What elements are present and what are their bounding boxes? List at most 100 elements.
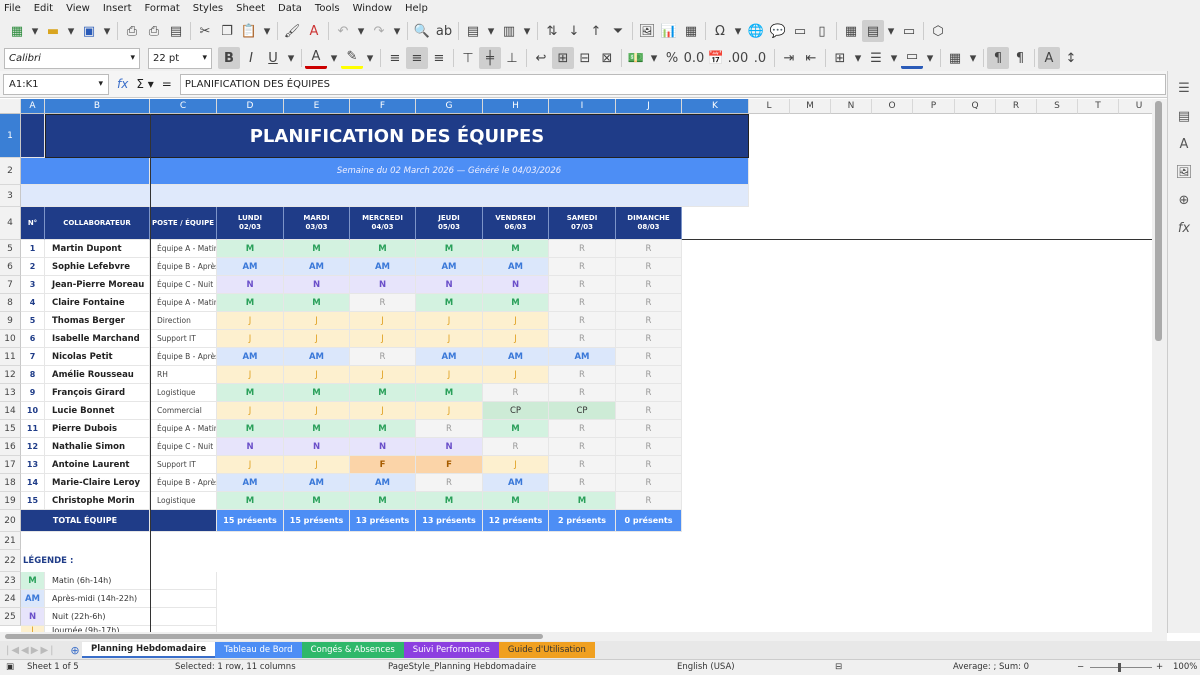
- dropdown-icon[interactable]: ▾: [966, 47, 980, 69]
- copy-icon[interactable]: ❐: [216, 20, 238, 42]
- column-header-c[interactable]: C: [150, 99, 217, 114]
- column-header-f[interactable]: F: [350, 99, 416, 114]
- save-icon[interactable]: ▣: [78, 20, 100, 42]
- title-a-cell[interactable]: [21, 114, 45, 158]
- row-header[interactable]: 21: [0, 532, 21, 550]
- delete-decimal-icon[interactable]: .0: [749, 47, 771, 69]
- shift-cell[interactable]: R: [549, 276, 616, 294]
- shift-cell[interactable]: M: [284, 420, 350, 438]
- shift-cell[interactable]: J: [284, 366, 350, 384]
- shift-cell[interactable]: R: [549, 456, 616, 474]
- shift-cell[interactable]: M: [549, 492, 616, 510]
- spreadsheet-grid[interactable]: A B C D E F G H I J K L M N O P Q R S T U 1 2 3 4 5 6 7 8 9 10 11 12 13 14…: [0, 99, 1152, 632]
- shift-cell[interactable]: J: [217, 312, 284, 330]
- employee-number[interactable]: 7: [21, 348, 45, 366]
- shift-cell[interactable]: M: [483, 240, 549, 258]
- row-header[interactable]: 1: [0, 114, 21, 158]
- row-header[interactable]: 5: [0, 240, 21, 258]
- employee-number[interactable]: 11: [21, 420, 45, 438]
- row-header[interactable]: 19: [0, 492, 21, 510]
- shift-cell[interactable]: R: [483, 384, 549, 402]
- employee-number[interactable]: 8: [21, 366, 45, 384]
- column-header-d[interactable]: D: [217, 99, 284, 114]
- find-replace-icon[interactable]: 🔍: [411, 20, 433, 42]
- font-color-icon[interactable]: A: [305, 47, 327, 69]
- shift-cell[interactable]: J: [217, 456, 284, 474]
- shift-cell[interactable]: R: [616, 474, 682, 492]
- shift-cell[interactable]: J: [284, 402, 350, 420]
- employee-name[interactable]: Amélie Rousseau: [45, 366, 150, 384]
- properties-icon[interactable]: ▤: [1173, 105, 1195, 127]
- shift-cell[interactable]: AM: [416, 348, 483, 366]
- shift-cell[interactable]: J: [483, 312, 549, 330]
- shapes-icon[interactable]: ⬡: [927, 20, 949, 42]
- shift-cell[interactable]: M: [416, 384, 483, 402]
- legend-label[interactable]: Après-midi (14h-22h): [45, 590, 217, 608]
- menu-format[interactable]: Format: [145, 3, 180, 14]
- show-draw-functions-icon[interactable]: ▭: [898, 20, 920, 42]
- shift-cell[interactable]: M: [217, 384, 284, 402]
- employee-name[interactable]: Isabelle Marchand: [45, 330, 150, 348]
- freeze-rows-columns-icon[interactable]: ▦: [840, 20, 862, 42]
- shift-cell[interactable]: M: [416, 294, 483, 312]
- shift-cell[interactable]: M: [483, 420, 549, 438]
- column-header-m[interactable]: M: [790, 99, 831, 114]
- shift-cell[interactable]: M: [284, 294, 350, 312]
- employee-number[interactable]: 10: [21, 402, 45, 420]
- horizontal-scrollbar[interactable]: [0, 632, 1167, 641]
- number-format-icon[interactable]: 0.0: [683, 47, 705, 69]
- employee-number[interactable]: 6: [21, 330, 45, 348]
- shift-cell[interactable]: AM: [549, 348, 616, 366]
- shift-cell[interactable]: M: [350, 240, 416, 258]
- menu-insert[interactable]: Insert: [103, 3, 132, 14]
- zoom-slider-handle[interactable]: [1118, 663, 1121, 672]
- merge-center-icon[interactable]: ⊞: [552, 47, 574, 69]
- zoom-out-icon[interactable]: −: [1077, 662, 1084, 672]
- shift-cell[interactable]: N: [284, 276, 350, 294]
- shift-cell[interactable]: J: [284, 330, 350, 348]
- column-header-q[interactable]: Q: [955, 99, 996, 114]
- shift-cell[interactable]: N: [483, 276, 549, 294]
- shift-cell[interactable]: R: [483, 438, 549, 456]
- employee-post[interactable]: Support IT: [150, 456, 217, 474]
- legend-label[interactable]: Nuit (22h-6h): [45, 608, 217, 626]
- shift-cell[interactable]: J: [217, 366, 284, 384]
- new-icon[interactable]: ▦: [6, 20, 28, 42]
- sort-ascending-icon[interactable]: ↓: [563, 20, 585, 42]
- menu-window[interactable]: Window: [353, 3, 392, 14]
- dropdown-icon[interactable]: ▾: [284, 47, 298, 69]
- column-header-u[interactable]: U: [1119, 99, 1152, 114]
- shift-cell[interactable]: R: [616, 420, 682, 438]
- navigator-icon[interactable]: ⊕: [1173, 189, 1195, 211]
- shift-cell[interactable]: M: [350, 384, 416, 402]
- function-wizard-icon[interactable]: fx: [117, 77, 128, 91]
- legend-code[interactable]: M: [21, 572, 45, 590]
- row-header[interactable]: 15: [0, 420, 21, 438]
- shift-cell[interactable]: F: [416, 456, 483, 474]
- shift-cell[interactable]: R: [549, 420, 616, 438]
- shift-cell[interactable]: R: [549, 240, 616, 258]
- employee-post[interactable]: Commercial: [150, 402, 217, 420]
- shift-cell[interactable]: R: [616, 384, 682, 402]
- border-style-icon[interactable]: ☰: [865, 47, 887, 69]
- shift-cell[interactable]: F: [350, 456, 416, 474]
- shift-cell[interactable]: R: [549, 312, 616, 330]
- column-header-g[interactable]: G: [416, 99, 483, 114]
- header-poste[interactable]: POSTE / ÉQUIPE: [150, 207, 217, 240]
- shift-cell[interactable]: M: [350, 420, 416, 438]
- employee-name[interactable]: Claire Fontaine: [45, 294, 150, 312]
- total-cell[interactable]: 15 présents: [217, 510, 284, 532]
- page-style[interactable]: PageStyle_Planning Hebdomadaire: [388, 662, 536, 672]
- border-color-icon[interactable]: ▭: [901, 47, 923, 69]
- shift-cell[interactable]: AM: [350, 474, 416, 492]
- shift-cell[interactable]: M: [416, 492, 483, 510]
- column-header-a[interactable]: A: [21, 99, 45, 114]
- column-header-b[interactable]: B: [45, 99, 150, 114]
- shift-cell[interactable]: N: [217, 276, 284, 294]
- shift-cell[interactable]: J: [217, 402, 284, 420]
- shift-cell[interactable]: J: [350, 330, 416, 348]
- zoom-level[interactable]: 100%: [1173, 662, 1197, 672]
- header-footer-icon[interactable]: ▭: [789, 20, 811, 42]
- menu-file[interactable]: File: [4, 3, 21, 14]
- employee-name[interactable]: Nicolas Petit: [45, 348, 150, 366]
